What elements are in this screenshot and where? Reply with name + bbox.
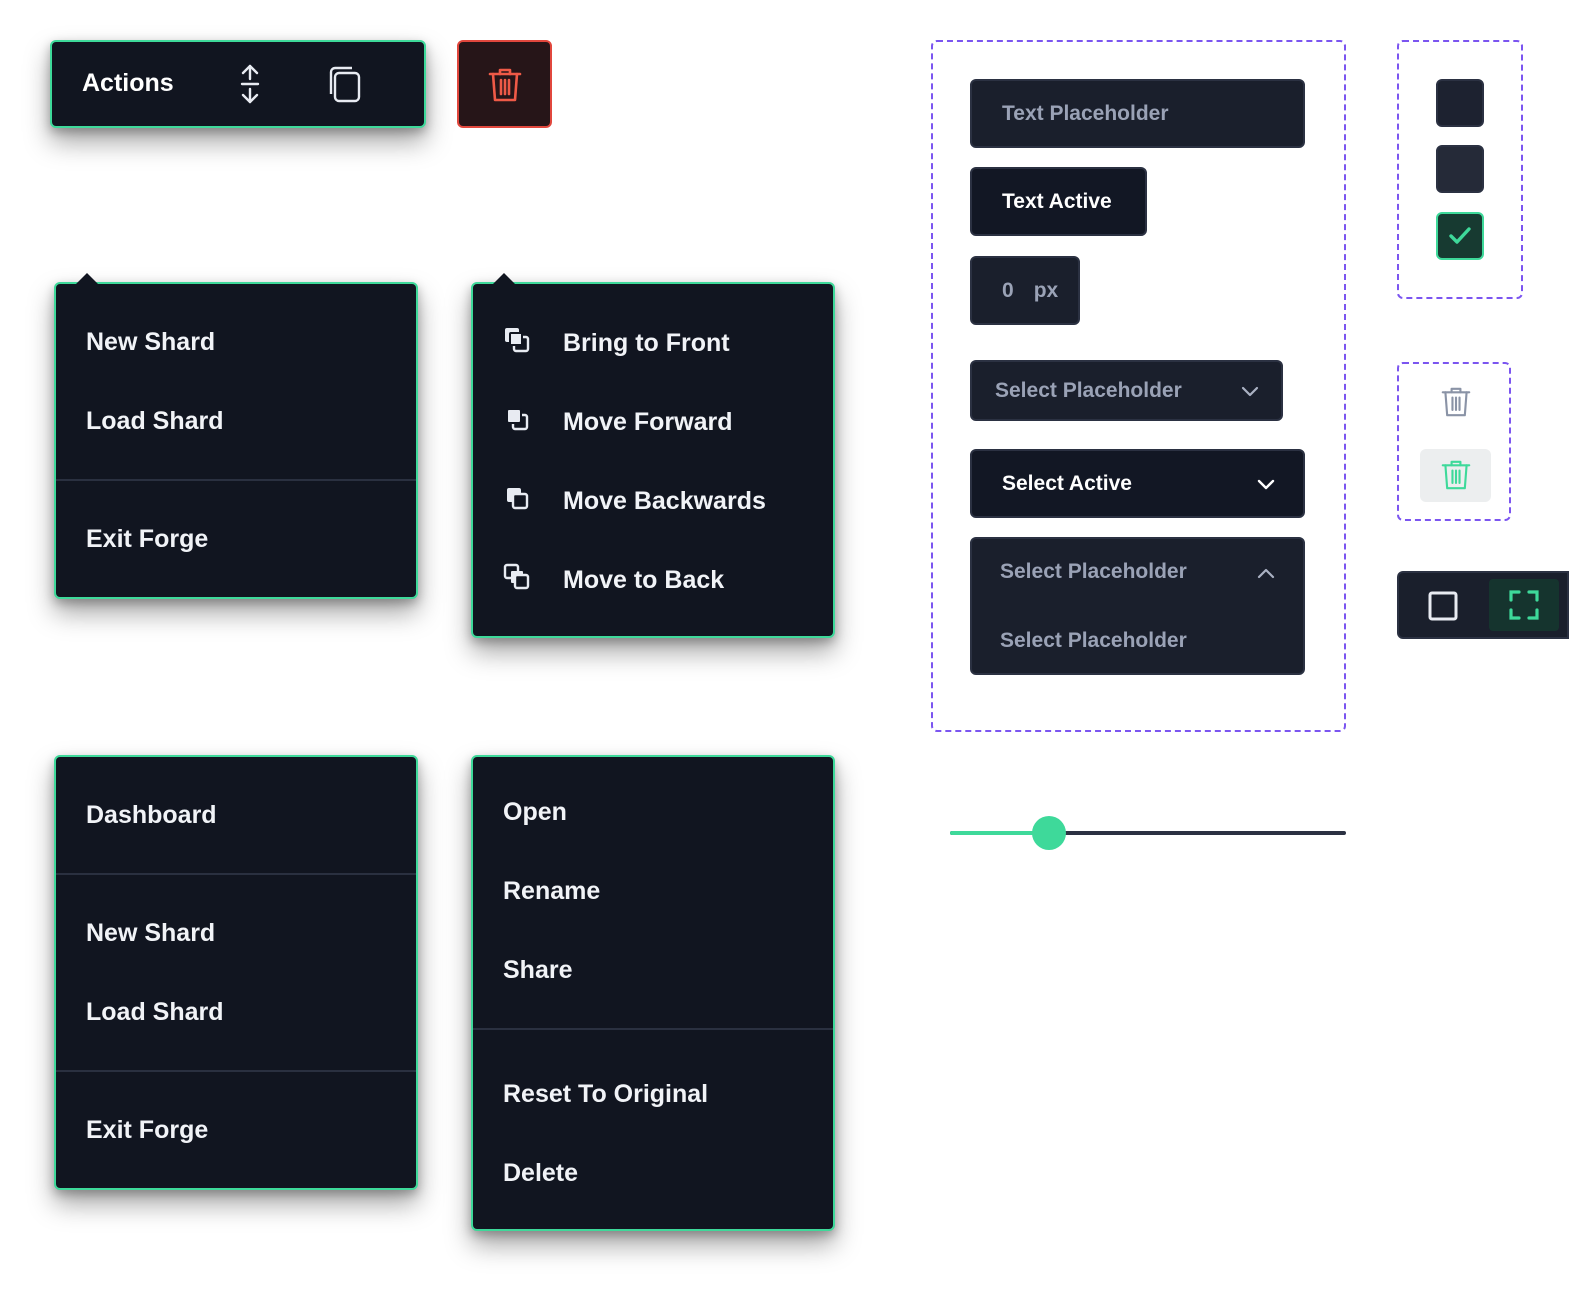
sort-icon[interactable] [238,64,262,109]
menu-item-share[interactable]: Share [503,956,572,985]
menu-item-rename[interactable]: Rename [503,877,600,906]
checkbox-unchecked[interactable] [1436,79,1484,127]
fullscreen-icon [1508,589,1540,626]
trash-icon [488,67,522,108]
text-input-placeholder[interactable]: Text Placeholder [970,79,1305,148]
menu-item-new-shard[interactable]: New Shard [86,919,215,948]
menu-caret [76,273,98,284]
menu-item-move-backwards[interactable]: Move Backwards [503,484,766,519]
menu-item-bring-to-front[interactable]: Bring to Front [503,326,730,361]
menu-item-label: Move Backwards [563,487,766,515]
menu-item-load-shard[interactable]: Load Shard [86,998,224,1027]
select-active[interactable]: Select Active [970,449,1305,518]
trash-button-hover[interactable] [1420,449,1491,502]
bring-to-front-icon [503,326,531,361]
select-open-value: Select Placeholder [1000,560,1187,583]
menu-item-new-shard[interactable]: New Shard [86,328,215,357]
item-context-menu: Open Rename Share Reset To Original Dele… [471,755,835,1231]
move-to-back-icon [503,563,531,598]
menu-separator [56,1070,416,1072]
menu-item-load-shard[interactable]: Load Shard [86,407,224,436]
chevron-up-icon [1257,566,1275,584]
move-forward-icon [503,405,531,440]
move-backwards-icon [503,484,531,519]
menu-item-dashboard[interactable]: Dashboard [86,801,217,830]
navigation-menu: Dashboard New Shard Load Shard Exit Forg… [54,755,418,1190]
menu-item-open[interactable]: Open [503,798,567,827]
slider[interactable] [950,815,1346,851]
text-input-placeholder-text: Text Placeholder [1002,101,1169,125]
number-input-value: 0 [1002,278,1014,302]
text-input-active[interactable]: Text Active [970,167,1147,236]
slider-thumb[interactable] [1032,816,1066,850]
fullscreen-button[interactable] [1489,579,1559,631]
checkbox-unchecked-hover[interactable] [1436,145,1484,193]
menu-item-delete[interactable]: Delete [503,1159,578,1188]
menu-item-label: Move to Back [563,566,725,594]
trash-icon [1441,459,1471,496]
number-input[interactable]: 0 px [970,256,1080,325]
copy-icon[interactable] [328,66,364,109]
chevron-down-icon [1257,472,1275,496]
menu-separator [473,1028,833,1030]
text-input-active-value: Text Active [1002,189,1112,213]
menu-item-exit-forge[interactable]: Exit Forge [86,1116,208,1145]
select-open[interactable]: Select Placeholder Select Placeholder [970,537,1305,675]
select-active-value: Select Active [1002,471,1132,495]
select-option[interactable]: Select Placeholder [1000,629,1187,653]
menu-caret [493,273,515,284]
select-placeholder[interactable]: Select Placeholder [970,360,1283,421]
chevron-down-icon [1241,379,1259,403]
menu-item-label: Move Forward [563,408,733,436]
menu-item-move-forward[interactable]: Move Forward [503,405,732,440]
select-placeholder-text: Select Placeholder [995,378,1182,402]
checkbox-checked[interactable] [1436,212,1484,260]
actions-toolbar: Actions [50,40,426,128]
check-icon [1448,226,1472,251]
square-icon[interactable] [1427,590,1459,627]
number-input-unit: px [1033,278,1059,302]
menu-item-move-to-back[interactable]: Move to Back [503,563,724,598]
menu-item-reset-to-original[interactable]: Reset To Original [503,1080,708,1109]
menu-separator [56,873,416,875]
actions-label: Actions [82,69,174,97]
menu-item-label: Bring to Front [563,329,730,357]
file-menu: New Shard Load Shard Exit Forge [54,273,418,599]
trash-icon[interactable] [1441,386,1471,423]
delete-button[interactable] [457,40,552,128]
arrange-menu: Bring to Front Move Forward Move Backwar… [471,273,835,638]
menu-item-exit-forge[interactable]: Exit Forge [86,525,208,554]
view-toggle [1397,571,1569,639]
menu-separator [56,479,416,481]
